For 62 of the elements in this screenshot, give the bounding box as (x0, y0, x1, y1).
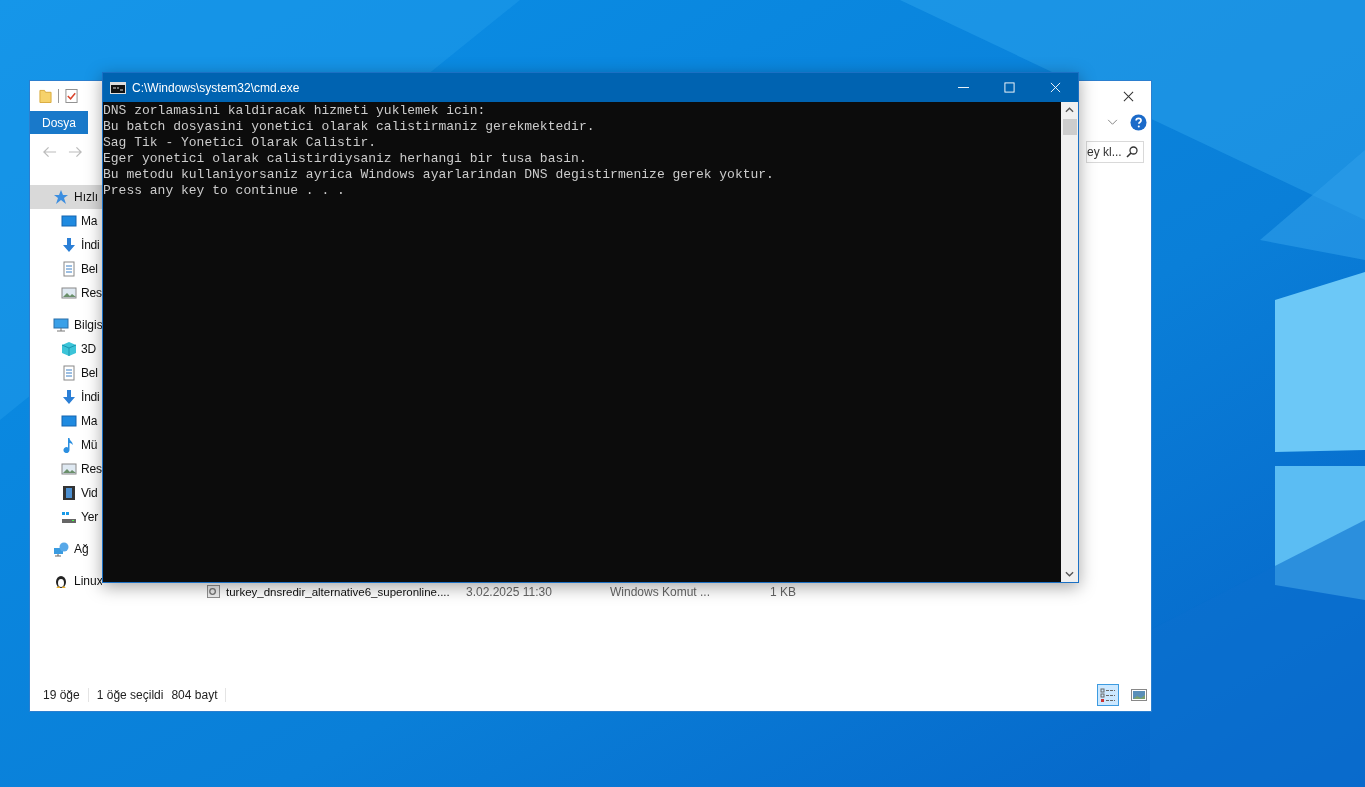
sidebar-item[interactable]: Yer (30, 505, 102, 529)
console-icon (110, 81, 126, 94)
console-line: Eger yonetici olarak calistirdiysaniz herhangi bir tusa basin. (103, 151, 588, 167)
sidebar-item[interactable]: Ağ (30, 537, 102, 561)
console-line: Bu batch dosyasini yonetici olarak calistirmaniz gerekmektedir. (103, 119, 596, 135)
details-view-icon (1100, 688, 1116, 702)
film-icon (61, 485, 77, 501)
maximize-icon[interactable] (1003, 82, 1015, 93)
file-tab[interactable]: Dosya (30, 111, 88, 134)
item-count: 19 öğe (43, 688, 80, 702)
desktop-icon (61, 413, 77, 429)
window-title: C:\Windows\system32\cmd.exe (132, 80, 300, 95)
help-icon[interactable] (1130, 114, 1147, 131)
selection-size: 804 bayt (171, 688, 218, 702)
console-line: DNS zorlamasini kaldiracak hizmeti yuklemek icin: (103, 103, 487, 119)
download-arrow-icon (61, 237, 77, 253)
chevron-down-icon[interactable] (1107, 119, 1118, 126)
console-line: Press any key to continue . . . (103, 183, 346, 199)
picture-icon (61, 461, 77, 477)
document-icon (61, 365, 77, 381)
drive-icon (61, 509, 77, 525)
sidebar-item[interactable]: Ma (30, 209, 102, 233)
picture-icon (61, 285, 77, 301)
sidebar-item[interactable]: Bilgis (30, 313, 102, 337)
download-arrow-icon (61, 389, 77, 405)
sidebar-item[interactable]: Vid (30, 481, 102, 505)
file-type: Windows Komut ... (610, 584, 712, 599)
console-line: Bu metodu kullaniyorsaniz ayrica Windows ayarlarindan DNS degistirmenize gerek yoktur. (103, 167, 775, 183)
desktop-icon (61, 213, 77, 229)
sidebar-item[interactable]: Ma (30, 409, 102, 433)
details-view-button[interactable] (1097, 684, 1119, 706)
file-row[interactable]: turkey_dnsredir_alternative6_superonline.... 3.02.2025 11:30 Windows Komut ... 1 KB (189, 583, 1151, 600)
sidebar-item[interactable]: 3D (30, 337, 102, 361)
folder-icon (39, 88, 52, 104)
file-date: 3.02.2025 11:30 (466, 584, 553, 599)
network-icon (53, 541, 69, 557)
search-field[interactable]: ey kl... (1086, 141, 1144, 163)
file-size: 1 KB (769, 584, 796, 599)
close-icon[interactable] (1123, 90, 1134, 102)
sidebar-item[interactable]: Linux (30, 569, 102, 593)
sidebar-item[interactable]: Bel (30, 257, 102, 281)
scroll-down-icon[interactable] (1065, 571, 1074, 577)
monitor-icon (53, 317, 69, 333)
star-icon (53, 189, 69, 205)
cube-icon (61, 341, 77, 357)
sidebar-item[interactable]: İndi (30, 385, 102, 409)
sidebar-item[interactable]: Res (30, 281, 102, 305)
large-icons-view-icon (1131, 688, 1147, 702)
minimize-icon[interactable] (957, 87, 969, 88)
sidebar-item[interactable]: Bel (30, 361, 102, 385)
sidebar-item[interactable]: Mü (30, 433, 102, 457)
scroll-up-icon[interactable] (1065, 107, 1074, 113)
selection-count: 1 öğe seçildi (96, 688, 164, 702)
sidebar-item[interactable]: İndi (30, 233, 102, 257)
console-line: Sag Tik - Yonetici Olarak Calistir. (103, 135, 378, 151)
sidebar-item[interactable]: Res (30, 457, 102, 481)
scroll-thumb[interactable] (1062, 119, 1077, 135)
checklist-icon[interactable] (65, 88, 78, 104)
file-name: turkey_dnsredir_alternative6_superonline.... (226, 585, 451, 598)
document-icon (61, 261, 77, 277)
sidebar-item[interactable]: Hızlı (30, 185, 102, 209)
penguin-icon (53, 573, 69, 589)
